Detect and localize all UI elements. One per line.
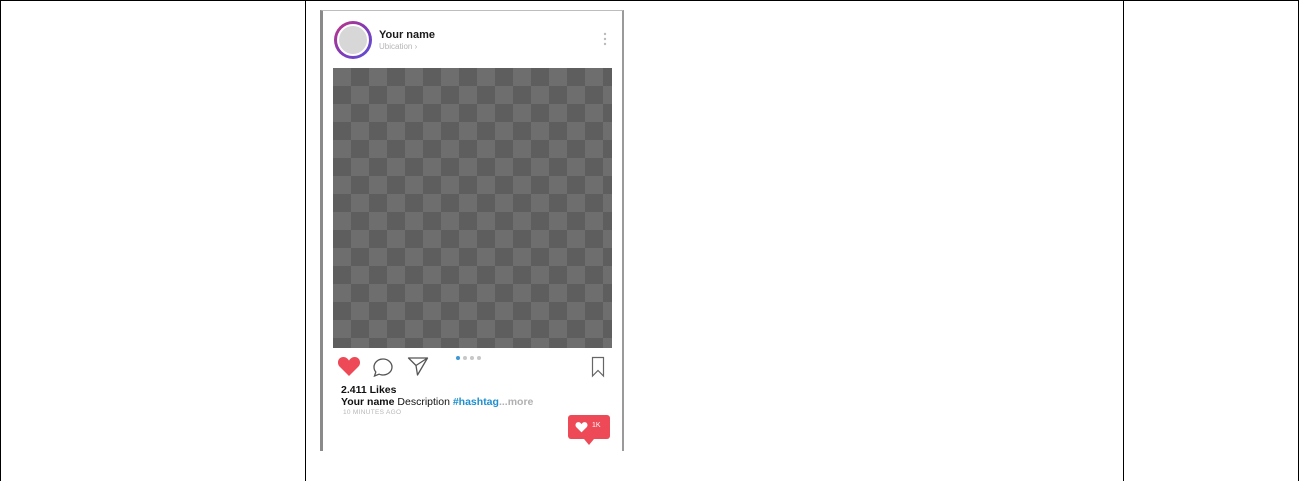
notification-count: 1K [592,422,601,429]
carousel-dot[interactable] [477,356,481,360]
instagram-post-mockup: Your name Ubication › 2.411 Likes Your n… [320,10,624,451]
carousel-dot[interactable] [463,356,467,360]
carousel-dot[interactable] [470,356,474,360]
post-caption: Your name Description #hashtag...more [341,396,533,408]
table-frame [0,0,1299,481]
carousel-dot[interactable] [456,356,460,360]
post-image-placeholder [333,68,612,348]
share-icon[interactable] [406,355,430,377]
like-notification-badge: 1K [568,415,610,445]
likes-count[interactable]: 2.411 Likes [341,384,396,396]
heart-icon[interactable] [337,355,361,377]
avatar[interactable] [337,24,369,56]
table-top-border [0,0,1299,1]
caption-hashtag[interactable]: #hashtag [453,396,499,408]
more-vertical-icon[interactable] [602,31,608,47]
post-timestamp: 10 MINUTES AGO [343,409,402,416]
column-divider-2 [1123,0,1124,481]
bookmark-icon[interactable] [591,356,605,378]
caption-username[interactable]: Your name [341,396,394,408]
post-username[interactable]: Your name [379,29,435,41]
column-divider-1 [305,0,306,481]
heart-icon [575,422,588,433]
carousel-indicator [456,356,481,360]
caption-more-link[interactable]: ...more [499,396,533,408]
comment-icon[interactable] [372,357,394,378]
post-location[interactable]: Ubication › [379,42,417,51]
caption-text: Description [394,396,453,408]
table-left-border [0,0,1,481]
